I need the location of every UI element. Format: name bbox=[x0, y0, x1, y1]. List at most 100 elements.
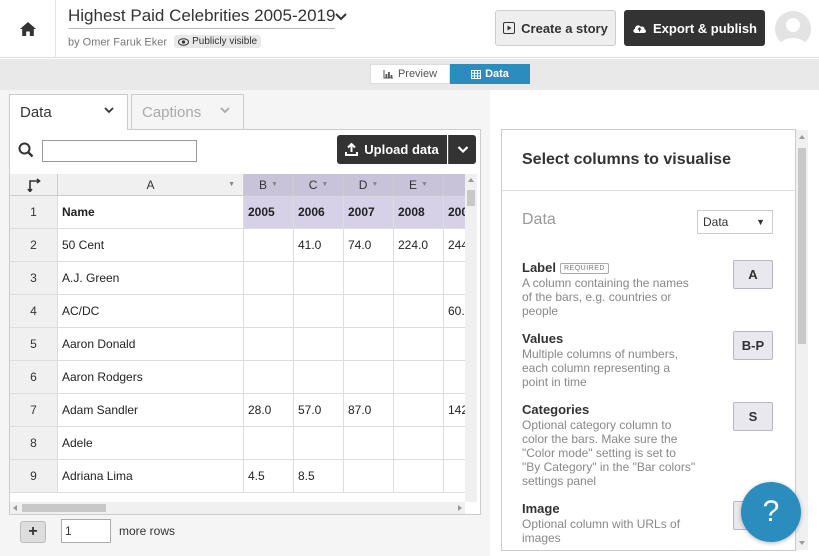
table-cell[interactable]: 224.0 bbox=[394, 229, 444, 262]
table-cell[interactable]: Name bbox=[58, 196, 244, 229]
table-cell[interactable]: Aaron Rodgers bbox=[58, 361, 244, 394]
values-column-chip[interactable]: B-P bbox=[733, 331, 773, 360]
data-grid[interactable]: A▼ B▼ C▼ D▼ E▼ F 1 Name 2005 2006 2007 2… bbox=[10, 174, 465, 502]
table-cell[interactable]: 87.0 bbox=[344, 394, 394, 427]
table-cell[interactable] bbox=[244, 328, 294, 361]
table-cell[interactable] bbox=[294, 295, 344, 328]
table-cell[interactable] bbox=[344, 295, 394, 328]
sort-arrow-icon[interactable]: ▼ bbox=[371, 181, 378, 188]
column-header-f[interactable]: F bbox=[444, 174, 465, 196]
sort-arrow-icon[interactable]: ▼ bbox=[228, 181, 235, 188]
add-rows-button[interactable]: + bbox=[20, 521, 46, 543]
table-cell[interactable] bbox=[244, 427, 294, 460]
table-cell[interactable]: 57.0 bbox=[294, 394, 344, 427]
table-cell[interactable] bbox=[394, 262, 444, 295]
tab-data-sheet[interactable]: Data bbox=[9, 94, 128, 130]
row-number[interactable]: 7 bbox=[10, 394, 58, 427]
table-cell[interactable]: 142.0 bbox=[444, 394, 465, 427]
row-number[interactable]: 5 bbox=[10, 328, 58, 361]
row-number[interactable]: 9 bbox=[10, 460, 58, 493]
categories-column-chip[interactable]: S bbox=[733, 402, 773, 431]
table-cell[interactable]: 4.5 bbox=[244, 460, 294, 493]
table-cell[interactable] bbox=[344, 427, 394, 460]
visualisation-title[interactable]: Highest Paid Celebrities 2005-2019 bbox=[68, 6, 336, 29]
table-cell[interactable] bbox=[394, 361, 444, 394]
table-cell[interactable] bbox=[244, 262, 294, 295]
tab-captions[interactable]: Captions bbox=[131, 94, 244, 130]
create-story-button[interactable]: Create a story bbox=[495, 10, 616, 46]
table-cell[interactable] bbox=[444, 262, 465, 295]
table-cell[interactable]: 60.0 bbox=[444, 295, 465, 328]
table-cell[interactable] bbox=[444, 460, 465, 493]
column-header-a[interactable]: A ▼ bbox=[58, 174, 244, 196]
tab-preview[interactable]: Preview bbox=[370, 64, 450, 84]
table-cell[interactable] bbox=[244, 295, 294, 328]
upload-options-button[interactable] bbox=[448, 135, 476, 164]
table-cell[interactable] bbox=[394, 394, 444, 427]
table-cell[interactable] bbox=[244, 361, 294, 394]
table-cell[interactable] bbox=[294, 262, 344, 295]
rows-count-input[interactable]: 1 bbox=[61, 519, 111, 543]
export-publish-button[interactable]: Export & publish bbox=[624, 10, 765, 46]
table-cell[interactable] bbox=[394, 460, 444, 493]
row-number[interactable]: 2 bbox=[10, 229, 58, 262]
table-cell[interactable] bbox=[444, 328, 465, 361]
table-cell[interactable] bbox=[444, 361, 465, 394]
table-cell[interactable]: Adele bbox=[58, 427, 244, 460]
sort-arrow-icon[interactable]: ▼ bbox=[421, 181, 428, 188]
tab-data-view[interactable]: Data bbox=[450, 64, 530, 84]
label-column-chip[interactable]: A bbox=[733, 260, 773, 289]
table-cell[interactable]: Aaron Donald bbox=[58, 328, 244, 361]
row-number[interactable]: 1 bbox=[10, 196, 58, 229]
table-cell[interactable] bbox=[244, 229, 294, 262]
help-button[interactable]: ? bbox=[741, 482, 801, 542]
table-cell[interactable]: 8.5 bbox=[294, 460, 344, 493]
scroll-right-icon[interactable] bbox=[458, 505, 462, 511]
table-cell[interactable]: 2009 bbox=[444, 196, 465, 229]
corner-cell[interactable] bbox=[10, 174, 58, 196]
scroll-left-icon[interactable] bbox=[13, 505, 17, 511]
scrollbar-thumb[interactable] bbox=[22, 504, 106, 512]
table-cell[interactable] bbox=[444, 427, 465, 460]
table-cell[interactable]: Adam Sandler bbox=[58, 394, 244, 427]
home-button[interactable] bbox=[0, 0, 56, 58]
visibility-badge[interactable]: Publicly visible bbox=[174, 35, 262, 48]
table-cell[interactable] bbox=[344, 262, 394, 295]
table-cell[interactable] bbox=[344, 361, 394, 394]
scroll-down-icon[interactable] bbox=[799, 541, 805, 545]
table-cell[interactable]: 2005 bbox=[244, 196, 294, 229]
row-number[interactable]: 6 bbox=[10, 361, 58, 394]
table-cell[interactable]: Adriana Lima bbox=[58, 460, 244, 493]
row-number[interactable]: 8 bbox=[10, 427, 58, 460]
table-cell[interactable]: A.J. Green bbox=[58, 262, 244, 295]
table-cell[interactable]: 2006 bbox=[294, 196, 344, 229]
upload-data-button[interactable]: Upload data bbox=[337, 135, 447, 164]
scroll-up-icon[interactable] bbox=[468, 178, 474, 182]
table-cell[interactable]: AC/DC bbox=[58, 295, 244, 328]
search-input[interactable] bbox=[42, 140, 197, 162]
row-number[interactable]: 3 bbox=[10, 262, 58, 295]
scrollbar-thumb[interactable] bbox=[467, 190, 475, 206]
table-cell[interactable]: 74.0 bbox=[344, 229, 394, 262]
sort-arrow-icon[interactable]: ▼ bbox=[271, 181, 278, 188]
table-cell[interactable]: 28.0 bbox=[244, 394, 294, 427]
table-cell[interactable]: 41.0 bbox=[294, 229, 344, 262]
grid-horizontal-scrollbar[interactable] bbox=[10, 502, 465, 514]
avatar[interactable] bbox=[775, 11, 811, 47]
scrollbar-thumb[interactable] bbox=[798, 148, 806, 344]
table-cell[interactable]: 2007 bbox=[344, 196, 394, 229]
table-cell[interactable] bbox=[394, 427, 444, 460]
column-header-b[interactable]: B ▼ bbox=[244, 174, 294, 196]
table-cell[interactable]: 244.0 bbox=[444, 229, 465, 262]
sort-arrow-icon[interactable]: ▼ bbox=[321, 181, 328, 188]
column-header-d[interactable]: D ▼ bbox=[344, 174, 394, 196]
row-number[interactable]: 4 bbox=[10, 295, 58, 328]
table-cell[interactable] bbox=[294, 427, 344, 460]
scroll-up-icon[interactable] bbox=[799, 135, 805, 139]
table-cell[interactable] bbox=[294, 361, 344, 394]
grid-vertical-scrollbar[interactable] bbox=[465, 174, 477, 502]
table-cell[interactable] bbox=[394, 328, 444, 361]
chevron-down-icon[interactable] bbox=[334, 12, 348, 22]
table-cell[interactable]: 50 Cent bbox=[58, 229, 244, 262]
table-cell[interactable] bbox=[344, 460, 394, 493]
